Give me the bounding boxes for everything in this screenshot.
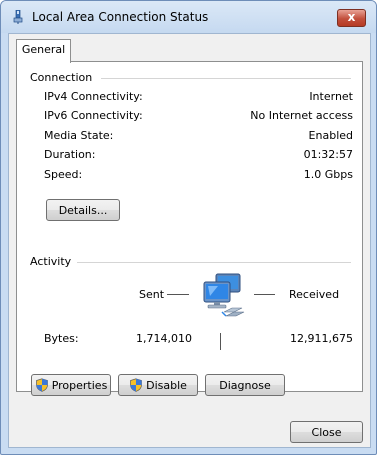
media-state-label: Media State: bbox=[44, 129, 114, 142]
speed-label: Speed: bbox=[44, 168, 83, 181]
ipv6-connectivity-value: No Internet access bbox=[250, 109, 353, 122]
tab-general-label: General bbox=[21, 43, 66, 56]
bytes-received-value: 12,911,675 bbox=[290, 332, 353, 345]
status-window: Local Area Connection Status x General C… bbox=[0, 0, 377, 455]
activity-group-divider bbox=[77, 262, 351, 263]
close-button[interactable]: Close bbox=[290, 421, 363, 443]
diagnose-button[interactable]: Diagnose bbox=[205, 374, 285, 396]
speed-value: 1.0 Gbps bbox=[303, 168, 353, 181]
disable-button[interactable]: Disable bbox=[118, 374, 198, 396]
dialog-client-area: General Connection IPv4 Connectivity: In… bbox=[8, 33, 371, 448]
media-state-value: Enabled bbox=[308, 129, 353, 142]
activity-group-label: Activity bbox=[30, 255, 72, 268]
ipv4-connectivity-value: Internet bbox=[309, 90, 353, 103]
details-button-label: Details... bbox=[58, 203, 108, 217]
tab-general[interactable]: General bbox=[16, 39, 71, 63]
network-computers-icon bbox=[203, 273, 245, 317]
close-window-button[interactable]: x bbox=[337, 9, 366, 27]
close-icon: x bbox=[347, 10, 356, 24]
details-button[interactable]: Details... bbox=[46, 199, 120, 221]
duration-value: 01:32:57 bbox=[303, 148, 353, 161]
sent-dash bbox=[167, 294, 189, 295]
bytes-divider bbox=[220, 333, 221, 350]
connection-group-label: Connection bbox=[30, 71, 93, 84]
duration-label: Duration: bbox=[44, 148, 96, 161]
close-button-label: Close bbox=[311, 425, 342, 439]
diagnose-button-label: Diagnose bbox=[219, 378, 271, 392]
received-dash bbox=[254, 294, 275, 295]
received-label: Received bbox=[289, 288, 340, 301]
network-adapter-icon bbox=[13, 10, 23, 24]
connection-group-divider bbox=[101, 78, 351, 79]
uac-shield-icon bbox=[130, 378, 142, 392]
bytes-label: Bytes: bbox=[44, 332, 79, 345]
properties-button-label: Properties bbox=[51, 378, 108, 392]
ipv6-connectivity-label: IPv6 Connectivity: bbox=[44, 109, 143, 122]
uac-shield-icon bbox=[35, 378, 48, 392]
title-bar[interactable]: Local Area Connection Status x bbox=[1, 1, 376, 33]
sent-label: Sent bbox=[139, 288, 165, 301]
ipv4-connectivity-label: IPv4 Connectivity: bbox=[44, 90, 143, 103]
bytes-sent-value: 1,714,010 bbox=[136, 332, 192, 345]
window-title: Local Area Connection Status bbox=[32, 10, 209, 24]
disable-button-label: Disable bbox=[146, 378, 187, 392]
general-tab-panel: Connection IPv4 Connectivity: Internet I… bbox=[16, 61, 363, 392]
properties-button[interactable]: Properties bbox=[31, 374, 111, 396]
